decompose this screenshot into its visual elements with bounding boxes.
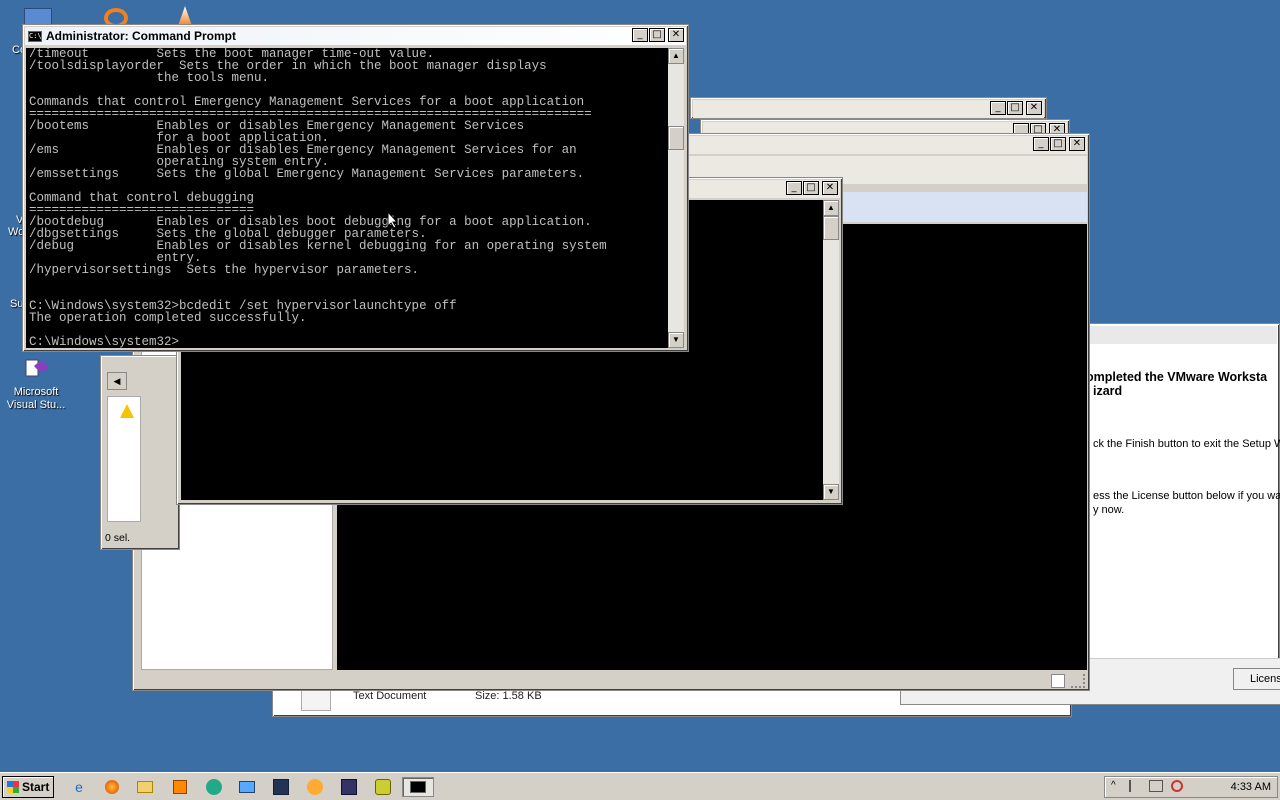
file-size: Size: 1.58 KB xyxy=(475,690,542,702)
background-window-1-titlebar[interactable]: _ □ ✕ xyxy=(693,100,1044,118)
explorer-icon[interactable] xyxy=(134,777,156,797)
command-prompt-controls: _ □ ✕ xyxy=(632,28,684,42)
start-button[interactable]: Start xyxy=(2,776,54,798)
vmware-icon[interactable] xyxy=(270,777,292,797)
firefox-icon[interactable] xyxy=(101,777,123,797)
tray-expand-icon[interactable]: ^ xyxy=(1111,780,1116,791)
mail-icon[interactable] xyxy=(372,777,394,797)
license-button[interactable]: Licens xyxy=(1233,668,1280,690)
explorer-status: 0 sel. xyxy=(105,532,131,544)
text-document-icon xyxy=(301,689,331,711)
maximize-icon[interactable]: □ xyxy=(1007,101,1023,115)
media-icon[interactable] xyxy=(169,777,191,797)
desktop-icon-label-1: Microsoft xyxy=(13,386,59,398)
background-window-1[interactable]: _ □ ✕ xyxy=(690,97,1047,119)
start-label: Start xyxy=(22,780,50,794)
windows-logo-icon xyxy=(7,781,19,793)
visual-studio-icon xyxy=(20,356,52,384)
orange-icon[interactable] xyxy=(304,777,326,797)
console-line: C:\Windows\system32> xyxy=(29,335,180,348)
scroll-down-icon[interactable]: ▼ xyxy=(823,484,839,500)
console-line: /emssettings Sets the global Emergency M… xyxy=(29,167,585,181)
minimize-icon[interactable]: _ xyxy=(990,101,1006,115)
system-tray: ^ 4:33 AM xyxy=(1104,776,1278,798)
network-icon[interactable] xyxy=(203,777,225,797)
scroll-up-icon[interactable]: ▲ xyxy=(823,200,839,216)
volume-icon[interactable] xyxy=(1171,780,1183,792)
ie-icon[interactable]: e xyxy=(68,777,90,797)
desktop-icon-visual-studio[interactable]: Microsoft Visual Stu... xyxy=(1,356,71,412)
large-console-status-icon xyxy=(1051,674,1065,688)
flag-icon[interactable] xyxy=(1129,780,1141,792)
explorer-window[interactable]: ◀ 0 sel. xyxy=(100,355,180,550)
maximize-icon[interactable]: □ xyxy=(803,181,819,195)
close-icon[interactable]: ✕ xyxy=(668,28,684,42)
console-output[interactable]: /timeout Sets the boot manager time-out … xyxy=(26,48,668,348)
wizard-heading-2: izard xyxy=(1093,384,1123,398)
wizard-text-3: y now. xyxy=(1093,504,1125,516)
desktop-icon-top-3[interactable] xyxy=(178,6,192,26)
minimize-icon[interactable]: _ xyxy=(1033,137,1049,151)
command-prompt-window[interactable]: C:\ Administrator: Command Prompt _ □ ✕ … xyxy=(22,24,689,352)
command-prompt-titlebar[interactable]: C:\ Administrator: Command Prompt _ □ ✕ xyxy=(25,27,686,45)
middle-console-controls: _ □ ✕ xyxy=(786,181,838,195)
middle-console-scrollbar[interactable]: ▲ ▼ xyxy=(823,200,839,500)
close-icon[interactable]: ✕ xyxy=(822,181,838,195)
clock[interactable]: 4:33 AM xyxy=(1231,781,1271,793)
scroll-thumb[interactable] xyxy=(823,216,839,240)
console-line: the tools menu. xyxy=(29,71,270,85)
maximize-icon[interactable]: □ xyxy=(649,28,665,42)
scroll-up-icon[interactable]: ▲ xyxy=(668,48,684,64)
maximize-icon[interactable]: □ xyxy=(1050,137,1066,151)
console-line: /hypervisorsettings Sets the hypervisor … xyxy=(29,263,420,277)
large-console-resize-grip[interactable] xyxy=(1071,674,1085,688)
file-type: Text Document xyxy=(353,690,427,702)
scroll-down-icon[interactable]: ▼ xyxy=(668,332,684,348)
scroll-thumb[interactable] xyxy=(668,126,684,150)
console-line: The operation completed successfully. xyxy=(29,311,307,325)
window-title: Administrator: Command Prompt xyxy=(46,29,237,43)
mouse-cursor-icon xyxy=(387,211,399,229)
desktop-icon-label-2: Visual Stu... xyxy=(6,399,66,411)
minimize-icon[interactable]: _ xyxy=(632,28,648,42)
taskbar: Start e ^ 4:33 AM xyxy=(0,772,1280,800)
large-console-controls: _ □ ✕ xyxy=(1033,137,1085,151)
command-prompt-icon: C:\ xyxy=(28,30,42,42)
wizard-text-1: ck the Finish button to exit the Setup W xyxy=(1093,438,1280,450)
wizard-heading-1: ompleted the VMware Worksta xyxy=(1086,370,1268,384)
minimize-icon[interactable]: _ xyxy=(786,181,802,195)
close-icon[interactable]: ✕ xyxy=(1026,101,1042,115)
command-prompt-scrollbar[interactable]: ▲ ▼ xyxy=(668,48,684,348)
explorer-scroll-left[interactable]: ◀ xyxy=(107,372,127,390)
cmd-icon[interactable] xyxy=(402,777,434,797)
screen-icon[interactable] xyxy=(236,777,258,797)
background-window-1-controls: _ □ ✕ xyxy=(990,101,1042,115)
dev-icon[interactable] xyxy=(338,777,360,797)
wizard-text-2: ess the License button below if you war xyxy=(1093,490,1280,502)
close-icon[interactable]: ✕ xyxy=(1069,137,1085,151)
network-tray-icon[interactable] xyxy=(1149,780,1163,792)
